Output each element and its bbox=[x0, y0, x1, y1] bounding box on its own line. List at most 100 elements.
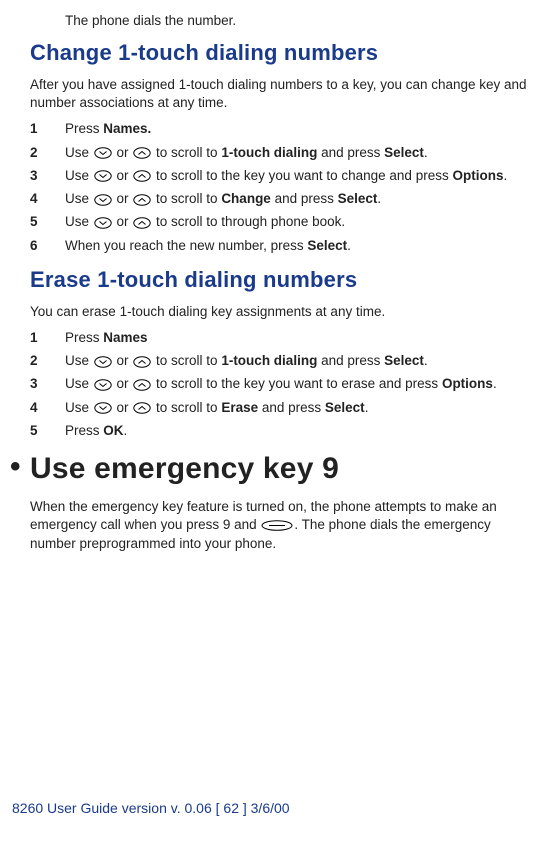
text: or bbox=[113, 214, 133, 229]
text: . bbox=[424, 353, 428, 368]
text: Use bbox=[65, 400, 93, 415]
section-change-title: Change 1-touch dialing numbers bbox=[30, 40, 537, 66]
list-item: 1 Press Names bbox=[30, 329, 537, 347]
text: . bbox=[493, 376, 497, 391]
up-arrow-icon bbox=[133, 194, 151, 206]
change-steps-list: 1 Press Names. 2 Use or to scroll to 1-t… bbox=[30, 120, 537, 254]
text: to scroll to bbox=[152, 191, 221, 206]
up-arrow-icon bbox=[133, 170, 151, 182]
text: or bbox=[113, 191, 133, 206]
step-body: Use or to scroll to Change and press Sel… bbox=[65, 190, 537, 208]
bold-text: Select bbox=[325, 400, 365, 415]
text: and press bbox=[271, 191, 338, 206]
text: or bbox=[113, 353, 133, 368]
text: or bbox=[113, 400, 133, 415]
section-erase-title: Erase 1-touch dialing numbers bbox=[30, 267, 537, 293]
text: Use bbox=[65, 214, 93, 229]
up-arrow-icon bbox=[133, 402, 151, 414]
step-num: 5 bbox=[30, 213, 65, 231]
bullet-icon: • bbox=[10, 452, 30, 482]
page-footer: 8260 User Guide version v. 0.06 [ 62 ] 3… bbox=[12, 800, 290, 816]
down-arrow-icon bbox=[94, 402, 112, 414]
text: and press bbox=[258, 400, 325, 415]
text: to scroll to bbox=[152, 400, 221, 415]
step-num: 2 bbox=[30, 352, 65, 370]
up-arrow-icon bbox=[133, 356, 151, 368]
bold-text: Options bbox=[442, 376, 493, 391]
text: When you reach the new number, press bbox=[65, 238, 307, 253]
text: . bbox=[124, 423, 128, 438]
bold-text: Select bbox=[307, 238, 347, 253]
text: Use bbox=[65, 168, 93, 183]
text: . bbox=[347, 238, 351, 253]
bold-text: 1-touch dialing bbox=[221, 145, 317, 160]
step-num: 3 bbox=[30, 375, 65, 393]
list-item: 5 Press OK. bbox=[30, 422, 537, 440]
list-item: 3 Use or to scroll to the key you want t… bbox=[30, 375, 537, 393]
step-num: 5 bbox=[30, 422, 65, 440]
down-arrow-icon bbox=[94, 170, 112, 182]
up-arrow-icon bbox=[133, 379, 151, 391]
down-arrow-icon bbox=[94, 356, 112, 368]
bold-text: Erase bbox=[221, 400, 258, 415]
section-change-desc: After you have assigned 1-touch dialing … bbox=[30, 76, 537, 112]
list-item: 4 Use or to scroll to Change and press S… bbox=[30, 190, 537, 208]
step-num: 2 bbox=[30, 144, 65, 162]
text: Press bbox=[65, 121, 103, 136]
step-body: Use or to scroll to 1-touch dialing and … bbox=[65, 144, 537, 162]
step-num: 6 bbox=[30, 237, 65, 255]
text: Press bbox=[65, 423, 103, 438]
text: to scroll to the key you want to change … bbox=[152, 168, 452, 183]
intro-text: The phone dials the number. bbox=[65, 13, 537, 28]
list-item: 5 Use or to scroll to through phone book… bbox=[30, 213, 537, 231]
text: . bbox=[365, 400, 369, 415]
step-num: 4 bbox=[30, 190, 65, 208]
text: to scroll to bbox=[152, 353, 221, 368]
step-num: 4 bbox=[30, 399, 65, 417]
list-item: 1 Press Names. bbox=[30, 120, 537, 138]
text: and press bbox=[317, 353, 384, 368]
text: to scroll to bbox=[152, 145, 221, 160]
text: to scroll to through phone book. bbox=[152, 214, 345, 229]
down-arrow-icon bbox=[94, 379, 112, 391]
text: or bbox=[113, 376, 133, 391]
step-body: Press Names bbox=[65, 329, 537, 347]
text: Use bbox=[65, 191, 93, 206]
step-body: Use or to scroll to the key you want to … bbox=[65, 167, 537, 185]
text: Use bbox=[65, 353, 93, 368]
section-erase-desc: You can erase 1-touch dialing key assign… bbox=[30, 303, 537, 321]
up-arrow-icon bbox=[133, 217, 151, 229]
text: to scroll to the key you want to erase a… bbox=[152, 376, 442, 391]
erase-steps-list: 1 Press Names 2 Use or to scroll to 1-to… bbox=[30, 329, 537, 440]
emergency-heading-row: • Use emergency key 9 bbox=[10, 452, 537, 486]
text: Use bbox=[65, 145, 93, 160]
bold-text: 1-touch dialing bbox=[221, 353, 317, 368]
bold-text: OK bbox=[103, 423, 123, 438]
list-item: 2 Use or to scroll to 1-touch dialing an… bbox=[30, 352, 537, 370]
step-num: 1 bbox=[30, 120, 65, 138]
list-item: 4 Use or to scroll to Erase and press Se… bbox=[30, 399, 537, 417]
text: . bbox=[424, 145, 428, 160]
text: Press bbox=[65, 330, 103, 345]
step-num: 1 bbox=[30, 329, 65, 347]
text: and press bbox=[317, 145, 384, 160]
step-body: Use or to scroll to 1-touch dialing and … bbox=[65, 352, 537, 370]
down-arrow-icon bbox=[94, 217, 112, 229]
text: Use bbox=[65, 376, 93, 391]
emergency-desc: When the emergency key feature is turned… bbox=[30, 498, 537, 553]
step-num: 3 bbox=[30, 167, 65, 185]
bold-text: Select bbox=[338, 191, 378, 206]
list-item: 3 Use or to scroll to the key you want t… bbox=[30, 167, 537, 185]
list-item: 2 Use or to scroll to 1-touch dialing an… bbox=[30, 144, 537, 162]
bold-text: Options bbox=[452, 168, 503, 183]
step-body: Use or to scroll to through phone book. bbox=[65, 213, 537, 231]
down-arrow-icon bbox=[94, 194, 112, 206]
step-body: When you reach the new number, press Sel… bbox=[65, 237, 537, 255]
bold-text: Names bbox=[103, 330, 147, 345]
up-arrow-icon bbox=[133, 147, 151, 159]
list-item: 6 When you reach the new number, press S… bbox=[30, 237, 537, 255]
bold-text: Select bbox=[384, 353, 424, 368]
step-body: Press Names. bbox=[65, 120, 537, 138]
text: . bbox=[377, 191, 381, 206]
step-body: Use or to scroll to the key you want to … bbox=[65, 375, 537, 393]
